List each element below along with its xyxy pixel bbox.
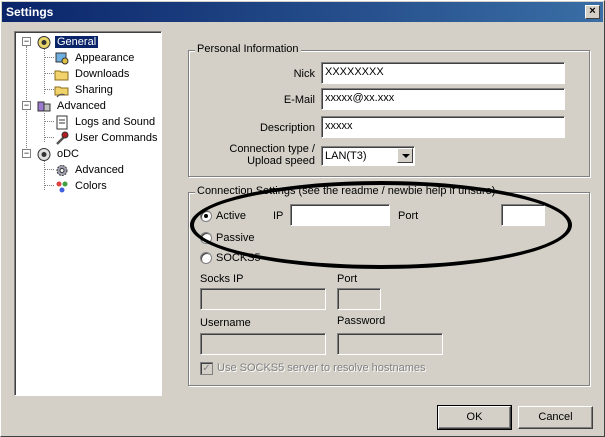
close-button[interactable]: ×: [585, 5, 600, 19]
socks-ip-field: [200, 288, 326, 310]
ip-field[interactable]: [290, 204, 390, 226]
collapse-advanced-button[interactable]: −: [22, 101, 31, 110]
nick-field[interactable]: XXXXXXXX: [321, 62, 565, 84]
tree-line: [44, 57, 54, 58]
tree-line: [44, 73, 54, 74]
wrench-icon: [56, 131, 69, 145]
collapse-general-button[interactable]: −: [22, 37, 31, 46]
connection-type-label: Connection type / Upload speed: [229, 143, 315, 167]
settings-tree[interactable]: − − − General Appearance Downloads Shari…: [14, 31, 162, 396]
tree-line: [44, 89, 54, 90]
title-bar[interactable]: Settings ×: [2, 2, 603, 22]
connection-settings-group: Connection Settings (see the readme / ne…: [188, 185, 590, 386]
tree-item-label: Appearance: [75, 52, 135, 64]
tree-line: [44, 121, 54, 122]
connection-settings-title: Connection Settings (see the readme / ne…: [195, 185, 498, 197]
tree-item-label: Logs and Sound: [75, 116, 156, 128]
tree-line: [26, 46, 27, 152]
tree-item-label: Advanced: [57, 100, 106, 112]
socks-ip-label: Socks IP: [200, 273, 244, 285]
chevron-down-icon[interactable]: [397, 148, 413, 163]
port-label: Port: [398, 210, 419, 222]
tree-line: [44, 49, 45, 94]
port-field[interactable]: [501, 204, 545, 226]
socks5-label: SOCKS5: [216, 252, 261, 264]
personal-info-title: Personal Information: [195, 43, 301, 55]
minus-icon: −: [23, 100, 30, 110]
tree-line: [44, 169, 54, 170]
active-label: Active: [216, 210, 246, 222]
resolve-hostnames-checkbox: ✓: [200, 362, 213, 375]
passive-label: Passive: [216, 232, 255, 244]
passive-radio[interactable]: [200, 232, 212, 244]
settings-window: Settings × − − − General Appearance Down…: [0, 0, 605, 437]
connection-type-select[interactable]: LAN(T3): [321, 146, 415, 166]
tree-item-label: oDC: [57, 148, 80, 160]
socks5-radio[interactable]: [200, 252, 212, 264]
window-title: Settings: [6, 5, 54, 19]
tree-item-label: Colors: [75, 180, 107, 192]
minus-icon: −: [23, 148, 30, 158]
ok-button[interactable]: OK: [437, 405, 512, 430]
shared-folder-icon: [54, 86, 69, 98]
socks-port-label: Port: [337, 273, 358, 285]
globe-icon: [37, 36, 51, 49]
ip-label: IP: [273, 210, 284, 222]
odc-icon: [37, 148, 51, 161]
tree-line: [44, 185, 54, 186]
gear-icon: [56, 165, 68, 176]
username-label: Username: [200, 317, 251, 329]
nick-label: Nick: [293, 68, 315, 80]
active-radio[interactable]: [200, 210, 212, 222]
description-field[interactable]: xxxxx: [321, 116, 565, 138]
log-file-icon: [56, 115, 68, 130]
resolve-hostnames-label: Use SOCKS5 server to resolve hostnames: [217, 362, 426, 374]
tree-item-label: Sharing: [75, 84, 113, 96]
tree-line: [44, 137, 54, 138]
cancel-button[interactable]: Cancel: [518, 406, 593, 429]
appearance-icon: [55, 52, 69, 65]
username-field: [200, 333, 326, 355]
password-field: [337, 333, 443, 355]
description-label: Description: [259, 122, 315, 134]
socks-port-field: [337, 288, 381, 310]
folder-icon: [54, 70, 69, 81]
password-label: Password: [337, 315, 386, 327]
advanced-icon: [37, 101, 51, 112]
close-icon: ×: [589, 5, 596, 17]
minus-icon: −: [23, 36, 30, 46]
tree-item-label: Downloads: [75, 68, 130, 80]
personal-info-group: Personal Information Nick XXXXXXXX E-Mai…: [188, 43, 590, 177]
email-field[interactable]: xxxxx@xx.xxx: [321, 88, 565, 110]
collapse-odc-button[interactable]: −: [22, 149, 31, 158]
colors-icon: [56, 181, 68, 193]
email-label: E-Mail: [283, 94, 315, 106]
tree-item-label: General: [53, 35, 100, 49]
tree-item-label: Advanced: [75, 164, 124, 176]
tree-item-label: User Commands: [75, 132, 158, 144]
connection-type-value: LAN(T3): [325, 150, 367, 162]
